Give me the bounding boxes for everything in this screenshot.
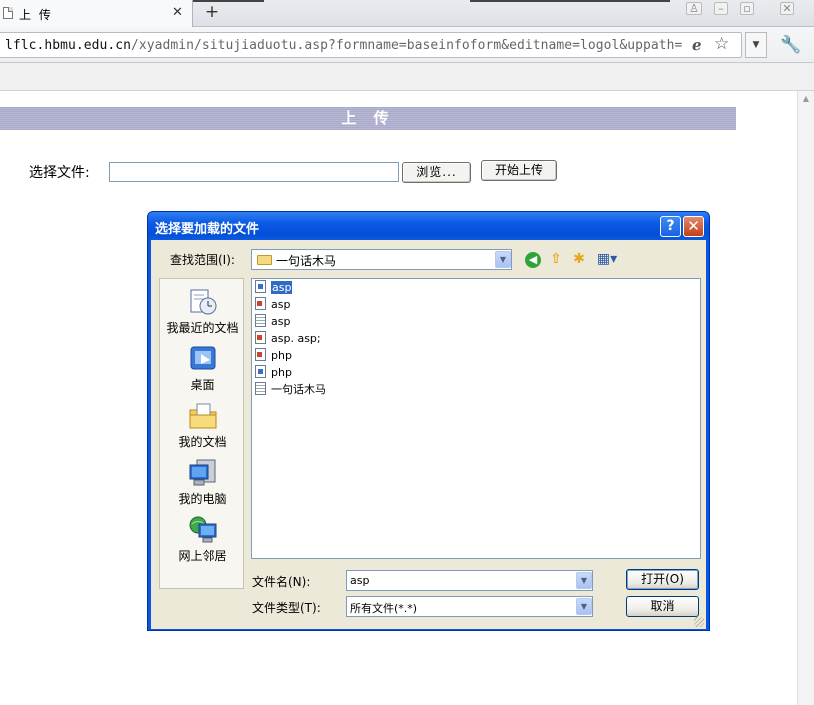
list-item[interactable]: asp [255,280,293,296]
file-name: asp [271,281,293,294]
list-item[interactable]: 一句话木马 [255,382,326,398]
minimize-icon[interactable]: – [714,2,728,15]
place-label: 我的文档 [178,435,227,449]
window-close-icon[interactable]: ✕ [780,2,794,15]
dialog-titlebar[interactable]: 选择要加载的文件 ? ✕ [148,212,709,240]
place-my-computer[interactable]: 我的电脑 [160,458,245,507]
tab-strip-accent [470,0,670,2]
file-name: asp [271,315,291,328]
scroll-up-icon[interactable]: ▲ [798,91,814,107]
bookmark-star-icon[interactable]: ☆ [714,34,729,54]
file-icon [255,297,266,310]
list-item[interactable]: asp. asp; [255,331,321,347]
chevron-down-icon[interactable]: ▼ [576,598,592,615]
list-item[interactable]: asp [255,297,290,313]
wrench-icon[interactable]: 🔧 [780,35,801,55]
filename-label: 文件名(N): [252,575,311,589]
file-name: php [271,349,292,362]
file-icon [255,331,266,344]
cancel-button[interactable]: 取消 [626,596,699,617]
folder-icon [257,255,272,265]
url-path: /xyadmin/situjiaduotu.asp?formname=basei… [131,38,683,53]
file-icon [255,365,266,378]
place-my-documents[interactable]: 我的文档 [160,401,245,450]
page-header: 上 传 [0,107,736,130]
place-desktop[interactable]: 桌面 [160,344,245,393]
shirt-icon[interactable]: ♙ [686,2,702,15]
place-network[interactable]: 网上邻居 [160,515,245,564]
file-icon [255,348,266,361]
place-recent[interactable]: 我最近的文档 [160,287,245,336]
filetype-value: 所有文件(*.*) [350,602,418,615]
restore-icon[interactable]: ▫ [740,2,754,15]
place-label: 我的电脑 [178,492,227,506]
up-folder-icon[interactable]: ⇧ [547,250,565,268]
start-upload-button[interactable]: 开始上传 [481,160,557,181]
text-file-icon [255,314,266,327]
url-host: lflc.hbmu.edu.cn [5,38,132,53]
navigation-bar: lflc.hbmu.edu.cn/xyadmin/situjiaduotu.as… [0,27,814,63]
page-icon [3,7,13,19]
filetype-label: 文件类型(T): [252,601,321,615]
back-icon[interactable]: ◀ [525,252,541,268]
resize-grip-icon[interactable] [694,617,704,627]
file-path-input[interactable] [109,162,399,182]
tab-close-icon[interactable]: ✕ [172,5,183,20]
address-dropdown-button[interactable]: ▼ [745,32,767,58]
lookin-label: 查找范围(I): [170,253,235,267]
desktop-icon [190,346,215,370]
toolbar-strip [0,63,814,91]
file-name: php [271,366,292,379]
places-bar: 我最近的文档 桌面 我的文档 我的电脑 网上邻居 [159,278,244,589]
file-open-dialog: 选择要加载的文件 ? ✕ 查找范围(I): 一句话木马 ▼ ◀ ⇧ ✱ ▦▾ 我… [147,211,710,631]
address-bar[interactable]: lflc.hbmu.edu.cn/xyadmin/situjiaduotu.as… [0,32,742,58]
dialog-title: 选择要加载的文件 [155,222,260,237]
place-label: 网上邻居 [178,549,227,563]
my-documents-icon [189,403,216,429]
open-button[interactable]: 打开(O) [626,569,699,590]
tab-bar: 上 传 ✕ + ♙ – ▫ ✕ [0,0,814,27]
dialog-close-button[interactable]: ✕ [683,216,704,237]
browser-tab[interactable]: 上 传 ✕ [0,0,193,27]
asp-file-icon [255,280,266,293]
choose-file-label: 选择文件: [29,165,90,181]
new-folder-icon[interactable]: ✱ [570,250,588,268]
recent-documents-icon [190,289,216,315]
filename-value: asp [350,574,370,587]
url-text: lflc.hbmu.edu.cn/xyadmin/situjiaduotu.as… [5,38,682,53]
file-name: asp [271,298,291,311]
place-label: 桌面 [190,378,215,392]
tab-title: 上 传 [19,8,53,22]
lookin-dropdown[interactable]: 一句话木马 ▼ [251,249,512,270]
list-item[interactable]: asp [255,314,290,330]
lookin-value: 一句话木马 [276,254,337,268]
my-computer-icon [189,459,215,486]
list-item[interactable]: php [255,365,292,381]
page-scrollbar[interactable]: ▲ [797,91,814,705]
new-tab-button[interactable]: + [198,2,226,24]
help-button[interactable]: ? [660,216,681,237]
dialog-body: 查找范围(I): 一句话木马 ▼ ◀ ⇧ ✱ ▦▾ 我最近的文档 桌面 我的文档… [151,240,706,629]
file-name: 一句话木马 [271,383,326,396]
file-name: asp. asp; [271,332,321,345]
chevron-down-icon[interactable]: ▼ [576,572,592,589]
place-label: 我最近的文档 [166,321,239,335]
filetype-dropdown[interactable]: 所有文件(*.*) ▼ [346,596,593,617]
text-file-icon [255,382,266,395]
views-menu-icon[interactable]: ▦▾ [595,250,619,268]
browse-button[interactable]: 浏览... [402,162,471,183]
chevron-down-icon[interactable]: ▼ [495,251,511,268]
file-list[interactable]: asp asp asp asp. asp; php php 一句话木马 [251,278,701,559]
network-places-icon [189,516,216,543]
ie-compat-icon[interactable]: ℯ [692,36,702,54]
list-item[interactable]: php [255,348,292,364]
filename-input[interactable]: asp ▼ [346,570,593,591]
